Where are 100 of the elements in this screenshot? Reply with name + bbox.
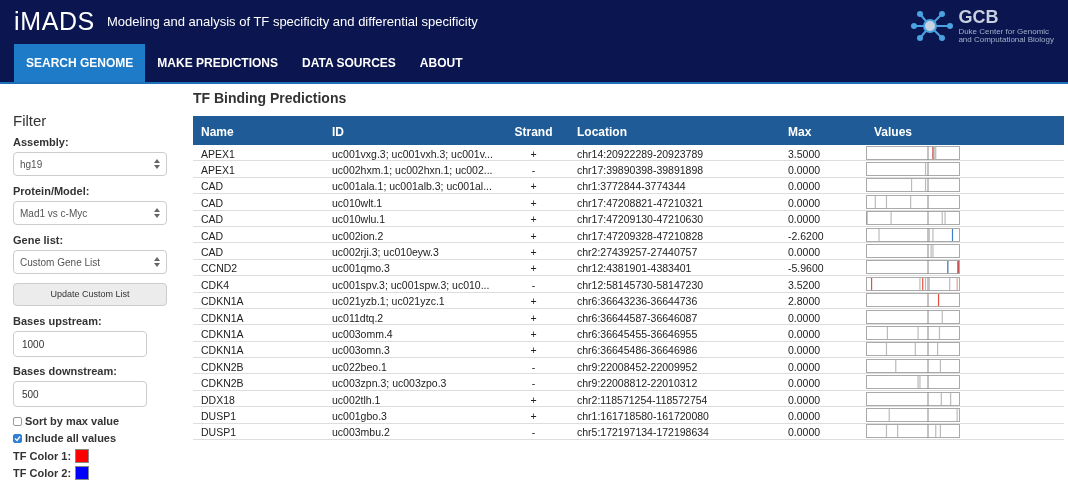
table-cell: uc022beo.1 — [332, 360, 387, 373]
input-field[interactable]: 1000 — [13, 331, 147, 357]
table-cell: chr17:47208821-47210321 — [577, 196, 704, 209]
table-cell: chr6:36645486-36646986 — [577, 344, 698, 357]
table-cell: - — [531, 278, 536, 291]
table-cell: chr1:3772844-3774344 — [577, 180, 686, 193]
table-cell: 3.5200 — [788, 278, 821, 291]
table-cell: 0.0000 — [788, 377, 821, 390]
table-cell: - — [531, 377, 536, 390]
table-cell: uc003mbu.2 — [332, 426, 390, 439]
select-field[interactable]: Custom Gene List — [13, 250, 167, 274]
sort-arrows-icon — [154, 257, 160, 267]
table-cell: 0.0000 — [788, 344, 821, 357]
table-cell: APEX1 — [201, 164, 235, 177]
tagline: Modeling and analysis of TF specificity and differential specificity — [106, 13, 478, 32]
table-cell: - — [531, 360, 536, 373]
table-cell: APEX1 — [201, 147, 235, 160]
table-cell: + — [530, 295, 537, 308]
table-cell: -5.9600 — [788, 262, 824, 275]
org-line: and Computational Biology — [958, 36, 1054, 44]
table-cell: 2.8000 — [788, 295, 821, 308]
sort-arrows-icon — [154, 159, 160, 169]
table-cell: uc002hxm.1; uc002hxn.1; uc002... — [332, 164, 493, 177]
column-header: ID — [332, 124, 344, 139]
nav-tab[interactable]: DATA SOURCES — [290, 44, 408, 82]
table-cell: + — [530, 262, 537, 275]
table-cell: uc002tlh.1 — [332, 393, 381, 406]
table-cell: uc001spv.3; uc001spw.3; uc010... — [332, 278, 490, 291]
table-cell: uc021yzb.1; uc021yzc.1 — [332, 295, 445, 308]
table-cell: chr2:118571254-118572754 — [577, 393, 708, 406]
table-cell: CDKN1A — [201, 344, 244, 357]
table-cell: chr2:27439257-27440757 — [577, 246, 698, 259]
table-cell: uc010wlt.1 — [332, 196, 383, 209]
table-cell: + — [530, 180, 537, 193]
table-cell: CAD — [201, 196, 224, 209]
field-label: Assembly: — [13, 136, 70, 149]
table-cell: 0.0000 — [788, 246, 821, 259]
filter-title: Filter — [13, 112, 48, 130]
table-cell: CAD — [201, 180, 224, 193]
table-cell: - — [531, 426, 536, 439]
table-cell: uc001vxg.3; uc001vxh.3; uc001v... — [332, 147, 493, 160]
color-swatch[interactable] — [75, 466, 90, 480]
table-cell: chr12:58145730-58147230 — [577, 278, 704, 291]
table-cell: chr6:36644587-36646087 — [577, 311, 698, 324]
table-cell: uc003zpn.3; uc003zpo.3 — [332, 377, 447, 390]
table-cell: + — [530, 147, 537, 160]
select-field[interactable]: Mad1 vs c-Myc — [13, 201, 167, 225]
table-cell: 0.0000 — [788, 196, 821, 209]
table-cell: 0.0000 — [788, 409, 821, 422]
table-cell: 0.0000 — [788, 164, 821, 177]
table-title: TF Binding Predictions — [193, 89, 348, 108]
color-label: TF Color 1: — [13, 449, 72, 463]
org-name: GCB — [958, 8, 1000, 26]
select-field[interactable]: hg19 — [13, 152, 167, 176]
table-cell: CDKN1A — [201, 328, 244, 340]
table-cell: CAD — [201, 229, 224, 242]
table-cell: chr9:22008452-22009952 — [577, 360, 698, 373]
table-cell: + — [530, 409, 537, 422]
table-cell: 0.0000 — [788, 426, 821, 439]
table-cell: CDKN1A — [201, 295, 244, 308]
nav-tab[interactable]: SEARCH GENOME — [14, 44, 146, 82]
table-cell: chr17:47209130-47210630 — [577, 213, 704, 226]
table-cell: -2.6200 — [788, 229, 824, 242]
table-cell: chr5:172197134-172198634 — [577, 426, 709, 439]
table-cell: chr6:36645455-36646955 — [577, 328, 698, 340]
checkbox[interactable] — [13, 434, 22, 443]
table-cell: CDKN1A — [201, 311, 244, 324]
checkbox-label: Include all values — [25, 432, 117, 445]
nav-tab[interactable]: MAKE PREDICTIONS — [145, 44, 291, 82]
column-header: Name — [201, 124, 234, 139]
table-cell: uc001ala.1; uc001alb.3; uc001al... — [332, 180, 492, 193]
table-cell: + — [530, 328, 537, 340]
table-cell: - — [531, 164, 536, 177]
table-cell: 0.0000 — [788, 360, 821, 373]
table-cell: 3.5000 — [788, 147, 821, 160]
table-cell: CAD — [201, 246, 224, 259]
color-swatch[interactable] — [75, 449, 90, 463]
column-header: Location — [577, 124, 627, 139]
table-cell: chr1:161718580-161720080 — [577, 409, 709, 422]
update-button[interactable]: Update Custom List — [13, 283, 167, 306]
table-cell: chr14:20922289-20923789 — [577, 147, 704, 160]
table-cell: + — [530, 246, 537, 259]
table-cell: uc011dtq.2 — [332, 311, 384, 324]
table-cell: chr12:4381901-4383401 — [577, 262, 692, 275]
input-field[interactable]: 500 — [13, 381, 147, 407]
table-cell: + — [530, 393, 537, 406]
table-cell: chr17:39890398-39891898 — [577, 164, 704, 177]
org-line: Duke Center for Genomic — [958, 28, 1051, 36]
table-cell: uc001gbo.3 — [332, 409, 387, 422]
table-cell: DUSP1 — [201, 409, 236, 422]
checkbox[interactable] — [13, 417, 22, 426]
table-cell: CCND2 — [201, 262, 238, 275]
table-cell: CAD — [201, 213, 224, 226]
color-label: TF Color 2: — [13, 466, 72, 480]
table-cell: CDK4 — [201, 278, 229, 291]
logo: iMADS — [14, 6, 95, 38]
field-label: Bases upstream: — [13, 315, 103, 328]
nav-tab[interactable]: ABOUT — [407, 44, 475, 82]
table-cell: CDKN2B — [201, 377, 244, 390]
table-cell: 0.0000 — [788, 213, 821, 226]
